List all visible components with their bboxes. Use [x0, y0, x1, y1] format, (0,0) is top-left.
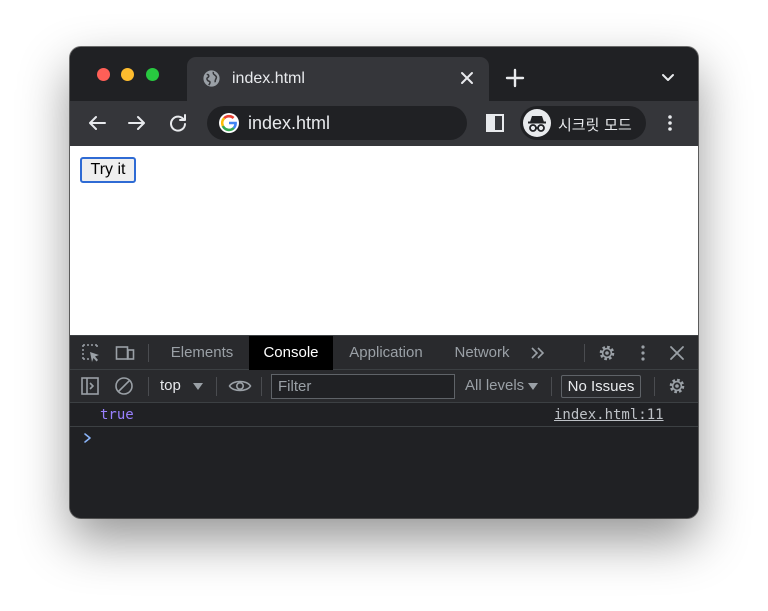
- tab-index-html[interactable]: index.html: [187, 57, 489, 101]
- side-panel-icon[interactable]: [484, 112, 506, 134]
- caret-down-icon: [193, 383, 203, 390]
- incognito-label: 시크릿 모드: [558, 116, 632, 134]
- caret-down-icon: [528, 383, 538, 390]
- avatar: [523, 109, 551, 137]
- device-toolbar-icon[interactable]: [115, 343, 135, 363]
- separator: [551, 377, 552, 396]
- eye-icon[interactable]: [228, 376, 252, 396]
- back-arrow-icon[interactable]: [86, 112, 108, 134]
- console-settings-icon[interactable]: [667, 376, 687, 396]
- globe-icon: [203, 70, 220, 87]
- issues-button[interactable]: No Issues: [561, 375, 641, 398]
- sidebar-toggle-icon[interactable]: [80, 376, 100, 396]
- separator: [216, 377, 217, 396]
- incognito-profile-button[interactable]: 시크릿 모드: [520, 106, 646, 140]
- clear-console-icon[interactable]: [114, 376, 134, 396]
- incognito-icon: [528, 116, 546, 132]
- page-viewport: Try it: [70, 146, 698, 335]
- log-value: true: [100, 407, 134, 423]
- close-icon[interactable]: [667, 343, 687, 363]
- close-tab-icon[interactable]: [457, 68, 477, 88]
- inspect-element-icon[interactable]: [81, 343, 101, 363]
- tab-network[interactable]: Network: [444, 336, 520, 370]
- zoom-window-button[interactable]: [146, 68, 159, 81]
- separator: [148, 344, 149, 362]
- more-vert-icon[interactable]: [633, 343, 653, 363]
- console-prompt-chevron-icon[interactable]: [83, 432, 93, 444]
- tab-strip: index.html: [70, 47, 698, 101]
- console-toolbar: top Filter All levels No Issues: [70, 370, 698, 403]
- more-vert-icon[interactable]: [659, 112, 681, 134]
- gear-icon[interactable]: [597, 343, 617, 363]
- url-text: index.html: [248, 113, 331, 133]
- address-bar[interactable]: index.html: [207, 106, 467, 140]
- log-levels-dropdown[interactable]: All levels: [465, 377, 524, 394]
- try-it-button[interactable]: Try it: [80, 157, 136, 183]
- browser-window: index.html index.html 시크릿 모드 Try it Elem…: [70, 47, 698, 518]
- devtools-tab-bar: Elements Console Application Network: [70, 335, 698, 370]
- minimize-window-button[interactable]: [121, 68, 134, 81]
- context-selector[interactable]: top: [160, 377, 181, 394]
- tab-console[interactable]: Console: [249, 336, 333, 370]
- new-tab-icon[interactable]: [504, 67, 526, 89]
- separator: [654, 377, 655, 396]
- separator: [261, 377, 262, 396]
- tab-application[interactable]: Application: [338, 336, 434, 370]
- browser-toolbar: index.html 시크릿 모드: [70, 101, 698, 146]
- tab-title: index.html: [232, 70, 305, 87]
- tab-elements[interactable]: Elements: [159, 336, 245, 370]
- forward-arrow-icon[interactable]: [126, 112, 148, 134]
- chevron-down-icon[interactable]: [660, 70, 676, 86]
- google-icon: [219, 113, 239, 133]
- close-window-button[interactable]: [97, 68, 110, 81]
- log-source-link[interactable]: index.html:11: [554, 407, 664, 423]
- devtools-panel: Elements Console Application Network top…: [70, 335, 698, 518]
- separator: [148, 377, 149, 396]
- filter-input[interactable]: Filter: [271, 374, 455, 399]
- separator: [584, 344, 585, 362]
- console-message: true index.html:11: [70, 403, 698, 427]
- reload-icon[interactable]: [167, 112, 189, 134]
- more-tabs-icon[interactable]: [528, 343, 548, 363]
